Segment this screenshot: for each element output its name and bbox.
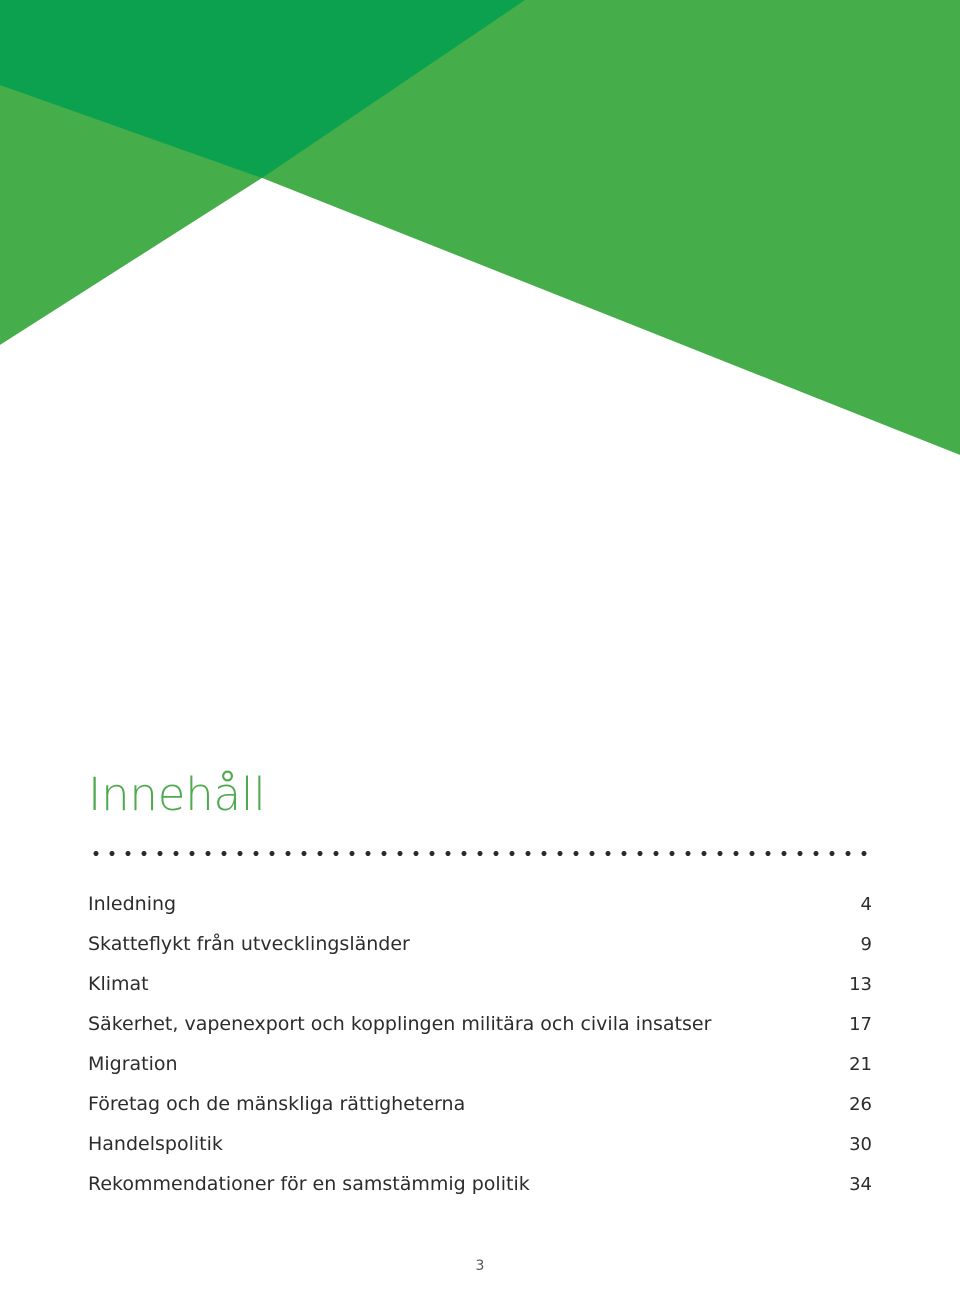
toc-entry-label: Rekommendationer för en samstämmig polit… bbox=[88, 1173, 530, 1195]
toc-list: Inledning 4 Skatteflykt från utvecklings… bbox=[88, 884, 872, 1204]
toc-entry-label: Migration bbox=[88, 1053, 178, 1075]
toc-entry-page-number: 30 bbox=[849, 1134, 872, 1155]
toc-entry-page-number: 4 bbox=[860, 894, 872, 915]
toc-entry-label: Säkerhet, vapenexport och kopplingen mil… bbox=[88, 1013, 712, 1035]
toc-entry-foretag[interactable]: Företag och de mänskliga rättigheterna 2… bbox=[88, 1084, 872, 1124]
toc-entry-label: Handelspolitik bbox=[88, 1133, 223, 1155]
toc-entry-page-number: 34 bbox=[849, 1174, 872, 1195]
page-folio: 3 bbox=[475, 1258, 485, 1274]
toc-entry-page-number: 21 bbox=[849, 1054, 872, 1075]
toc-entry-label: Skatteflykt från utvecklingsländer bbox=[88, 933, 410, 955]
toc-entry-skatteflykt[interactable]: Skatteflykt från utvecklingsländer 9 bbox=[88, 924, 872, 964]
toc-entry-klimat[interactable]: Klimat 13 bbox=[88, 964, 872, 1004]
toc-entry-label: Klimat bbox=[88, 973, 149, 995]
toc-entry-page-number: 17 bbox=[849, 1014, 872, 1035]
toc-entry-page-number: 13 bbox=[849, 974, 872, 995]
toc-entry-rekommendationer[interactable]: Rekommendationer för en samstämmig polit… bbox=[88, 1164, 872, 1204]
toc-entry-page-number: 9 bbox=[860, 934, 872, 955]
toc-entry-sakerhet[interactable]: Säkerhet, vapenexport och kopplingen mil… bbox=[88, 1004, 872, 1044]
toc-entry-inledning[interactable]: Inledning 4 bbox=[88, 884, 872, 924]
table-of-contents: Innehåll Inledning 4 Skatteflykt från ut… bbox=[0, 0, 960, 1307]
page-title: Innehåll bbox=[88, 768, 266, 821]
toc-entry-migration[interactable]: Migration 21 bbox=[88, 1044, 872, 1084]
toc-entry-label: Företag och de mänskliga rättigheterna bbox=[88, 1093, 466, 1115]
dotted-divider bbox=[88, 851, 872, 856]
toc-entry-label: Inledning bbox=[88, 893, 177, 915]
toc-entry-handelspolitik[interactable]: Handelspolitik 30 bbox=[88, 1124, 872, 1164]
toc-entry-page-number: 26 bbox=[849, 1094, 872, 1115]
